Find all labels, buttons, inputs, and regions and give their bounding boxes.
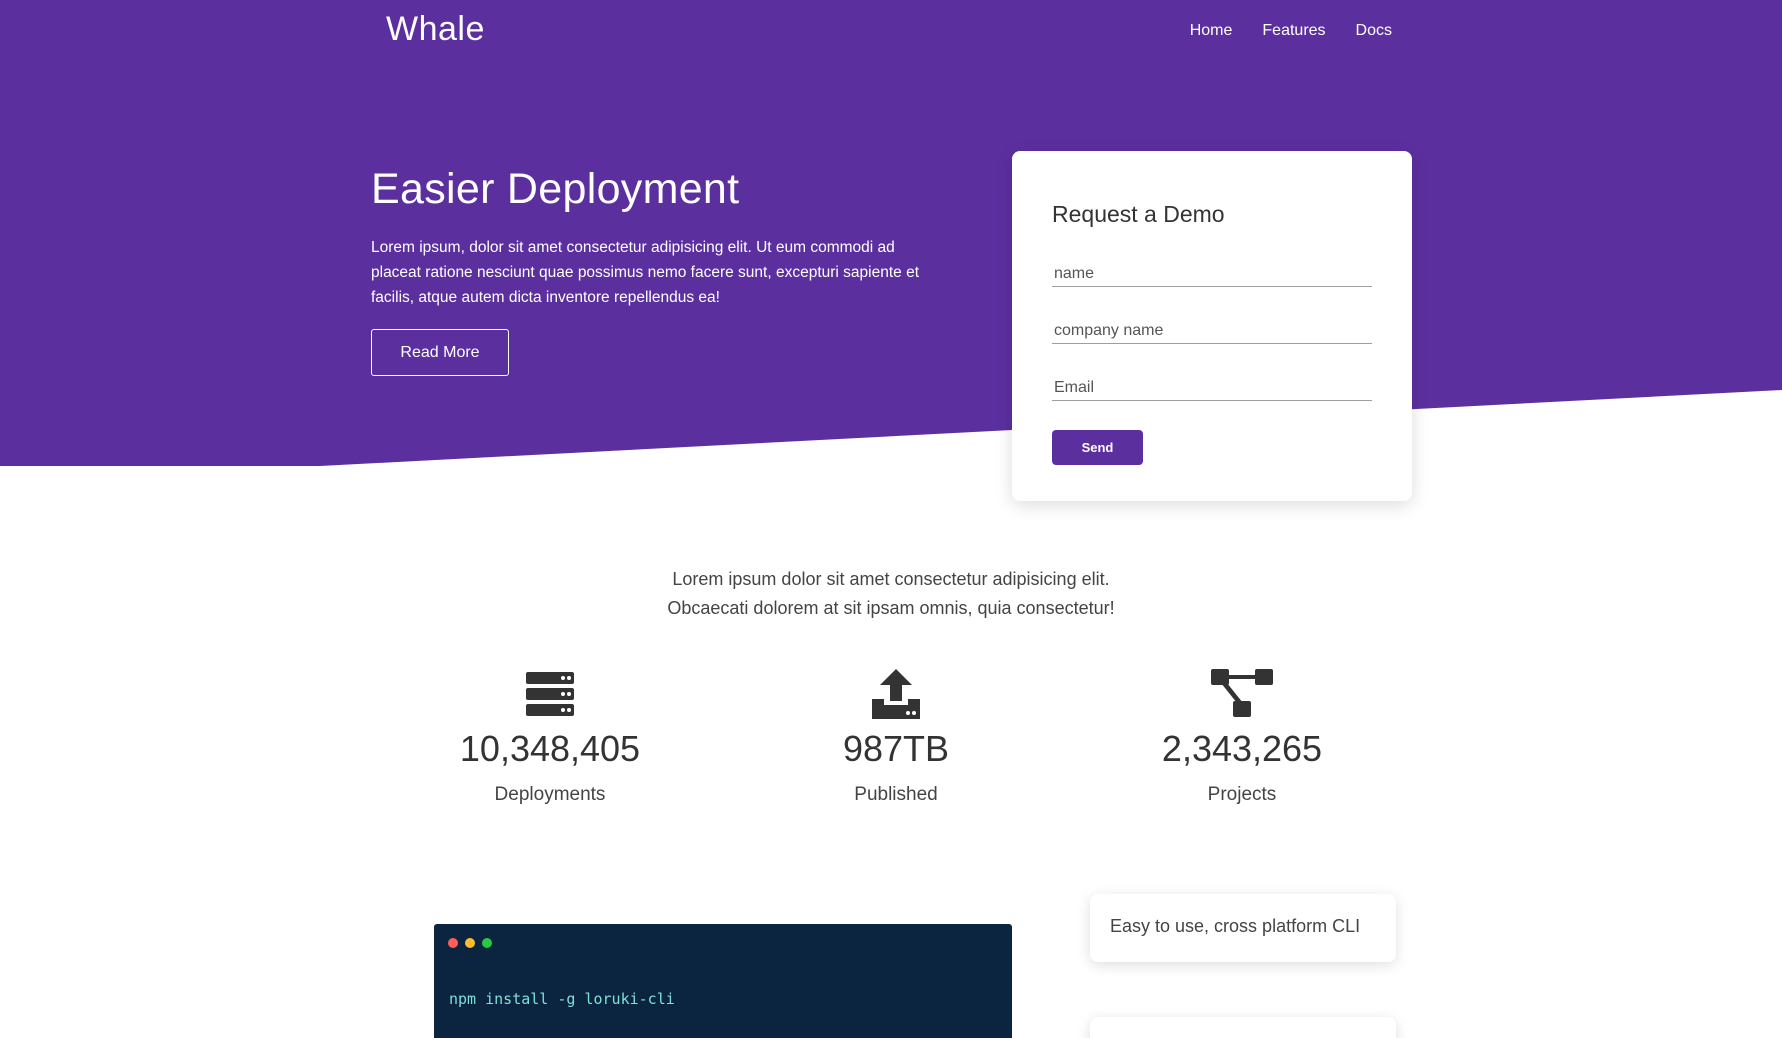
- stat-deployments: 10,348,405 Deployments: [420, 668, 680, 806]
- stat-value: 987TB: [842, 728, 950, 769]
- nav-link-home[interactable]: Home: [1190, 22, 1233, 40]
- stat-label: Projects: [1207, 784, 1277, 805]
- intro-line-1: Lorem ipsum dolor sit amet consectetur a…: [672, 569, 1110, 589]
- intro-line-2: Obcaecati dolorem at sit ipsam omnis, qu…: [667, 598, 1115, 618]
- hero-title: Easier Deployment: [371, 165, 740, 213]
- email-field[interactable]: [1052, 375, 1372, 401]
- request-demo-card: Request a Demo Send: [1012, 151, 1412, 501]
- stat-projects: 2,343,265 Projects: [1112, 668, 1372, 806]
- stat-label: Deployments: [494, 784, 606, 805]
- nav-link-features[interactable]: Features: [1262, 22, 1325, 40]
- send-button[interactable]: Send: [1052, 430, 1143, 465]
- brand-logo[interactable]: Whale: [386, 10, 485, 49]
- maximize-dot-icon: [482, 938, 492, 948]
- read-more-button[interactable]: Read More: [371, 329, 509, 376]
- feature-card-text: Easy to use, cross platform CLI: [1110, 916, 1361, 936]
- intro-text: Lorem ipsum dolor sit amet consectetur a…: [591, 565, 1191, 623]
- project-diagram-icon: [1211, 669, 1273, 717]
- stat-label: Published: [854, 784, 938, 805]
- demo-form-title: Request a Demo: [1052, 201, 1225, 227]
- feature-card: [1090, 1017, 1396, 1038]
- nav-link-docs[interactable]: Docs: [1356, 22, 1392, 40]
- server-icon: [526, 672, 574, 716]
- name-field[interactable]: [1052, 261, 1372, 287]
- company-name-field[interactable]: [1052, 318, 1372, 344]
- upload-icon: [872, 669, 920, 719]
- terminal-window: npm install -g loruki-cli: [434, 924, 1012, 1038]
- feature-card: Easy to use, cross platform CLI: [1090, 894, 1396, 962]
- close-dot-icon: [448, 938, 458, 948]
- minimize-dot-icon: [465, 938, 475, 948]
- stat-value: 2,343,265: [1161, 728, 1323, 769]
- stat-value: 10,348,405: [459, 728, 641, 769]
- terminal-command: npm install -g loruki-cli: [449, 990, 675, 1008]
- window-controls: [448, 938, 492, 948]
- main-nav: Home Features Docs: [1190, 22, 1392, 40]
- stat-published: 987TB Published: [766, 668, 1026, 806]
- hero-description: Lorem ipsum, dolor sit amet consectetur …: [371, 239, 919, 306]
